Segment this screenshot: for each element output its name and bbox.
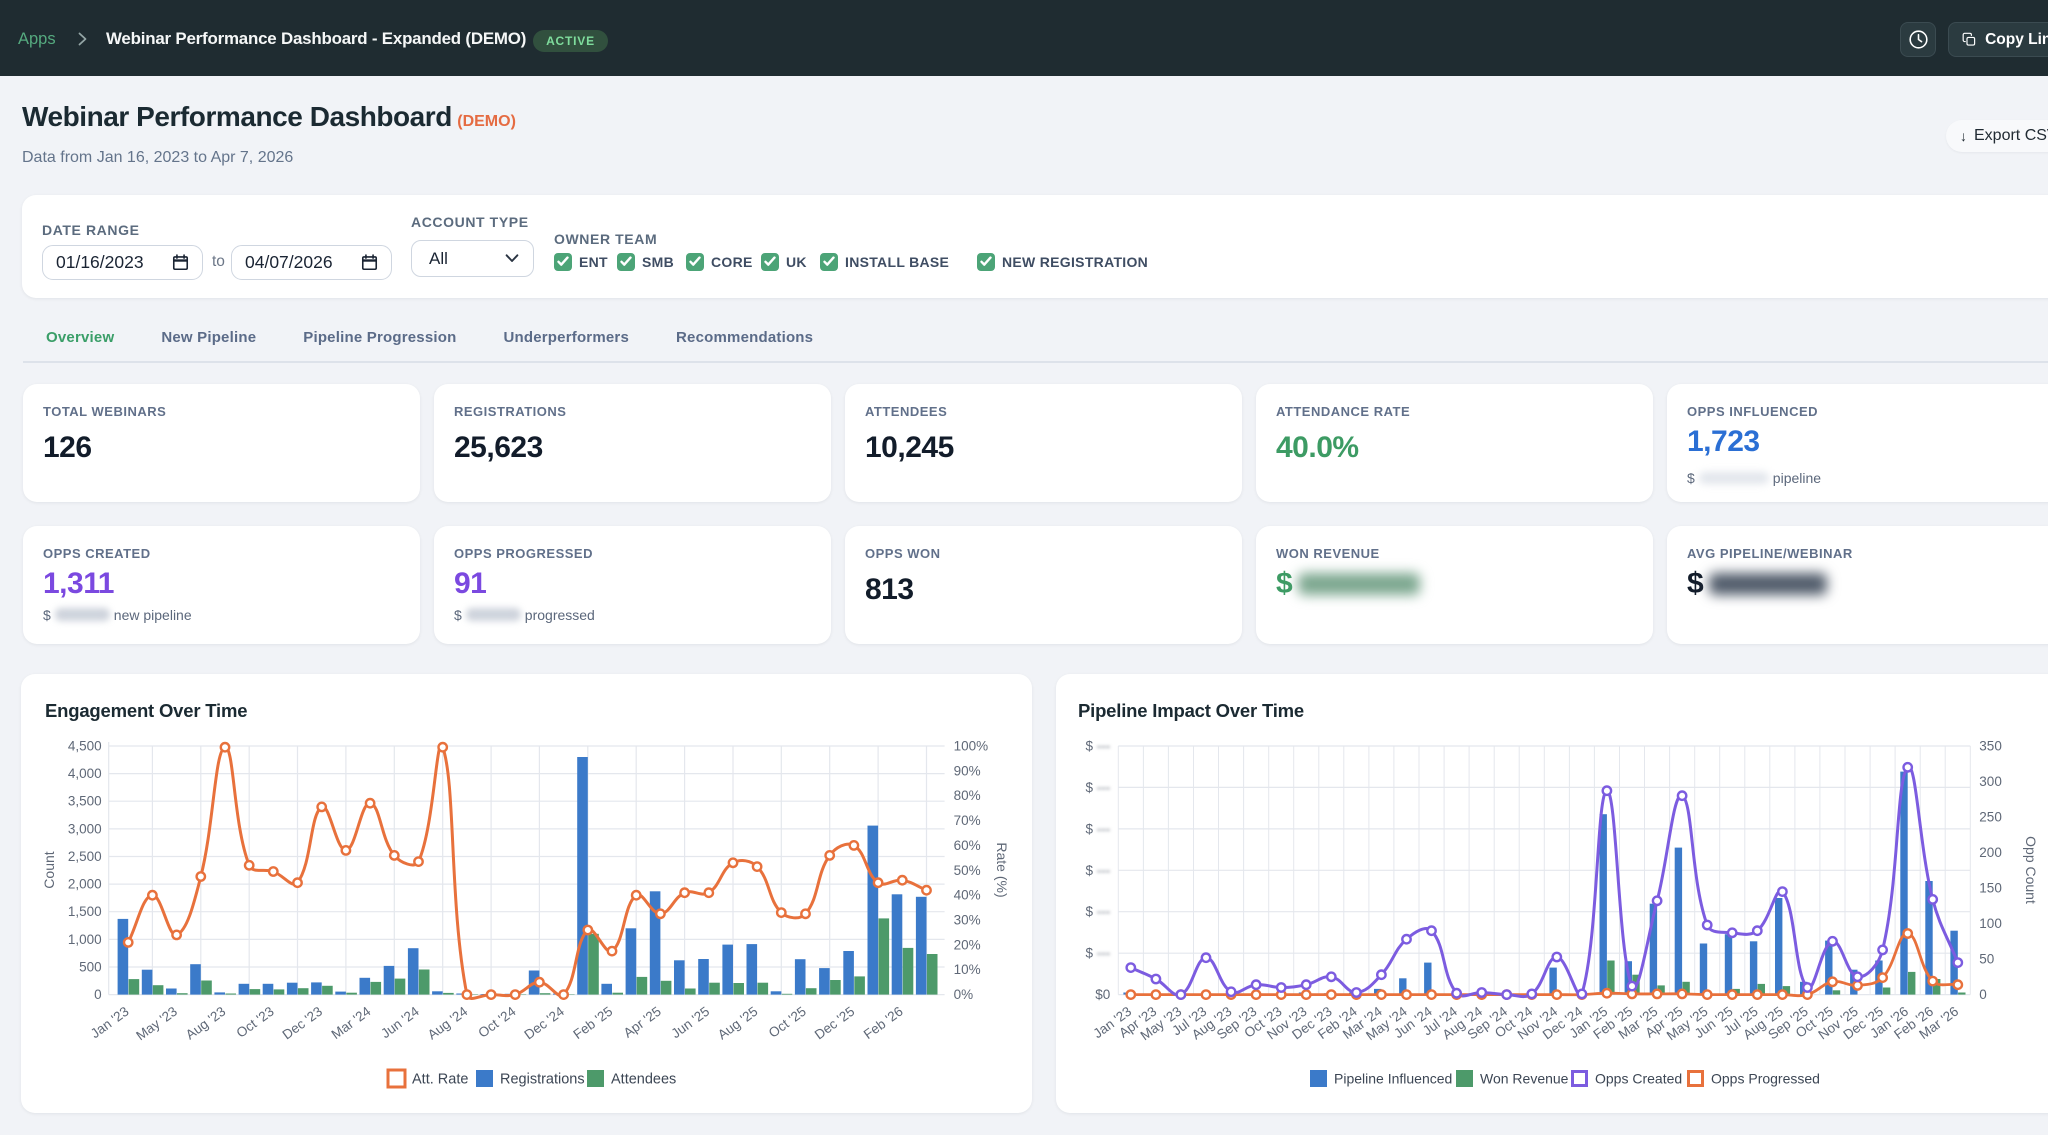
svg-text:Pipeline Influenced: Pipeline Influenced — [1334, 1071, 1452, 1087]
svg-text:60%: 60% — [954, 838, 981, 853]
svg-text:Dec '24: Dec '24 — [521, 1003, 567, 1042]
svg-text:300: 300 — [1979, 774, 2002, 789]
svg-text:Oct '25: Oct '25 — [766, 1004, 809, 1041]
svg-text:3,000: 3,000 — [68, 821, 102, 836]
svg-text:Aug '23: Aug '23 — [183, 1004, 229, 1043]
svg-text:Jun '24: Jun '24 — [378, 1003, 422, 1041]
svg-text:1,500: 1,500 — [68, 904, 102, 919]
svg-text:Registrations: Registrations — [500, 1072, 585, 1088]
svg-text:Apr '25: Apr '25 — [621, 1004, 664, 1041]
svg-text:50: 50 — [1979, 952, 1994, 967]
svg-text:30%: 30% — [954, 913, 981, 928]
svg-text:Feb '26: Feb '26 — [861, 1004, 906, 1042]
svg-text:0%: 0% — [954, 987, 974, 1002]
svg-text:40%: 40% — [954, 888, 981, 903]
svg-text:0: 0 — [1979, 987, 1987, 1002]
svg-text:Dec '25: Dec '25 — [812, 1004, 858, 1043]
svg-text:4,000: 4,000 — [68, 766, 102, 781]
svg-text:$ ---: $ --- — [1086, 821, 1111, 836]
svg-text:Att. Rate: Att. Rate — [412, 1072, 468, 1088]
svg-text:Jan '23: Jan '23 — [88, 1004, 132, 1041]
svg-text:Oct '23: Oct '23 — [234, 1004, 277, 1041]
svg-text:70%: 70% — [954, 813, 981, 828]
svg-text:500: 500 — [79, 960, 102, 975]
svg-text:Aug '24: Aug '24 — [425, 1003, 471, 1042]
svg-text:Mar '24: Mar '24 — [329, 1003, 374, 1042]
svg-text:0: 0 — [94, 987, 102, 1002]
svg-text:Feb '25: Feb '25 — [570, 1004, 615, 1042]
svg-text:$ ---: $ --- — [1086, 780, 1111, 795]
svg-text:100: 100 — [1979, 916, 2002, 931]
svg-text:2,500: 2,500 — [68, 849, 102, 864]
svg-text:Aug '25: Aug '25 — [715, 1004, 761, 1043]
svg-text:$ ---: $ --- — [1086, 904, 1111, 919]
svg-text:$ ---: $ --- — [1086, 739, 1111, 754]
svg-text:Oct '24: Oct '24 — [476, 1003, 519, 1040]
svg-text:350: 350 — [1979, 739, 2002, 754]
svg-text:1,000: 1,000 — [68, 932, 102, 947]
svg-text:$ ---: $ --- — [1086, 946, 1111, 961]
svg-text:150: 150 — [1979, 881, 2002, 896]
svg-text:Attendees: Attendees — [611, 1072, 676, 1088]
svg-text:Opp Count: Opp Count — [2023, 836, 2039, 904]
svg-text:Jun '25: Jun '25 — [668, 1004, 712, 1041]
svg-text:Opps Progressed: Opps Progressed — [1711, 1071, 1820, 1087]
svg-text:90%: 90% — [954, 763, 981, 778]
svg-text:Dec '23: Dec '23 — [280, 1004, 326, 1043]
svg-text:2,000: 2,000 — [68, 877, 102, 892]
svg-text:Opps Created: Opps Created — [1595, 1071, 1682, 1087]
svg-text:20%: 20% — [954, 937, 981, 952]
svg-text:Count: Count — [41, 851, 57, 888]
svg-text:$ ---: $ --- — [1086, 863, 1111, 878]
svg-text:Won Revenue: Won Revenue — [1480, 1071, 1569, 1087]
svg-text:200: 200 — [1979, 845, 2002, 860]
svg-text:4,500: 4,500 — [68, 739, 102, 754]
svg-text:10%: 10% — [954, 962, 981, 977]
svg-text:Rate (%): Rate (%) — [994, 842, 1010, 897]
svg-text:$0: $0 — [1095, 987, 1110, 1002]
svg-text:250: 250 — [1979, 810, 2002, 825]
svg-text:May '23: May '23 — [133, 1004, 180, 1044]
svg-text:80%: 80% — [954, 788, 981, 803]
svg-text:3,500: 3,500 — [68, 794, 102, 809]
svg-text:50%: 50% — [954, 863, 981, 878]
svg-text:100%: 100% — [954, 739, 989, 754]
